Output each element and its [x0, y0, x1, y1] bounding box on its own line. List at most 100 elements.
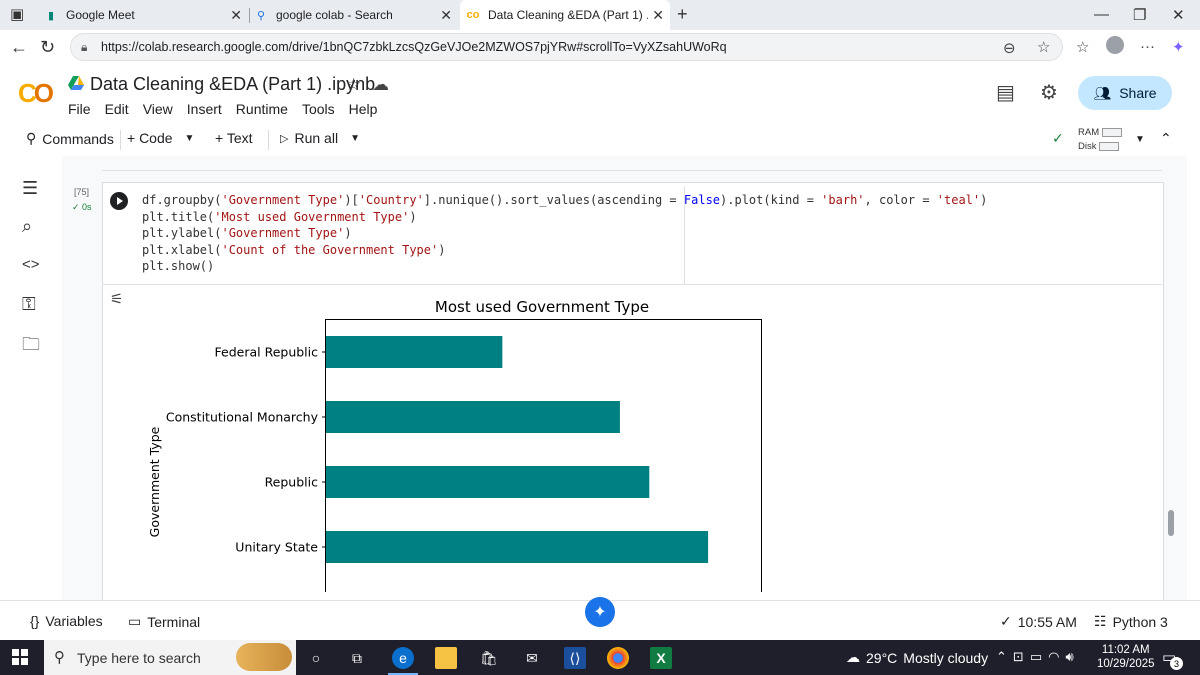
- more-options-icon[interactable]: ···: [1140, 38, 1155, 55]
- restore-icon[interactable]: ❐: [1133, 6, 1146, 24]
- terminal-icon: ▭: [128, 613, 142, 629]
- variables-button[interactable]: {} Variables: [30, 613, 103, 629]
- menu-runtime[interactable]: Runtime: [236, 101, 288, 117]
- run-cell-button[interactable]: [110, 192, 128, 210]
- ram-label: RAM: [1078, 127, 1100, 138]
- menu-insert[interactable]: Insert: [187, 101, 222, 117]
- add-code-button[interactable]: + Code ▼: [127, 130, 194, 146]
- profile-avatar[interactable]: [1106, 36, 1124, 54]
- tab-google-colab-search[interactable]: ⚲ google colab - Search ✕: [254, 0, 458, 30]
- scrollbar-track[interactable]: [1188, 156, 1200, 600]
- menu-tools[interactable]: Tools: [302, 101, 335, 117]
- minimize-icon[interactable]: —: [1094, 6, 1109, 23]
- tab-title: Google Meet: [66, 8, 135, 22]
- last-run-time: 10:55 AM: [1017, 613, 1077, 630]
- code-token: 'Most used Government Type': [214, 209, 410, 224]
- meet-now-icon[interactable]: ⊡: [1013, 649, 1030, 664]
- toolbar-divider: [120, 130, 121, 150]
- new-tab-icon[interactable]: +: [677, 4, 688, 25]
- colab-logo[interactable]: CO: [18, 78, 54, 109]
- notebook-toolbar: ⚲ Commands + Code ▼ + Text ▷ Run all ▼ ✓…: [0, 124, 1200, 156]
- search-icon: ⚲: [26, 130, 37, 146]
- gemini-sparkle-button[interactable]: ✦: [585, 597, 615, 627]
- favorite-star-icon[interactable]: ☆: [1037, 38, 1050, 56]
- chrome-icon[interactable]: [607, 647, 629, 669]
- secrets-key-icon[interactable]: ⚿: [22, 294, 36, 315]
- reader-mode-icon[interactable]: ⊖: [1003, 39, 1016, 57]
- star-icon[interactable]: ☆: [346, 75, 361, 95]
- edge-browser-icon[interactable]: e: [392, 647, 414, 669]
- runtime-label: Python 3: [1112, 613, 1168, 630]
- settings-gear-icon[interactable]: ⚙: [1040, 80, 1058, 105]
- comments-icon[interactable]: ▤: [996, 80, 1015, 105]
- notebook-title[interactable]: Data Cleaning &EDA (Part 1) .ipynb: [90, 74, 375, 95]
- taskbar-clock[interactable]: 11:02 AM 10/29/2025: [1097, 643, 1155, 671]
- copilot-icon[interactable]: ✦: [1172, 38, 1185, 56]
- code-token: )[: [344, 193, 359, 207]
- close-tab-icon[interactable]: ✕: [652, 7, 664, 24]
- chevron-down-icon[interactable]: ▼: [1135, 134, 1145, 145]
- vscode-icon[interactable]: ⟨⟩: [564, 647, 586, 669]
- weather-widget[interactable]: ☁ 29°C Mostly cloudy: [846, 649, 988, 666]
- menu-view[interactable]: View: [143, 101, 173, 117]
- microsoft-store-icon[interactable]: 🛍︎: [478, 647, 500, 669]
- add-text-label: + Text: [215, 130, 253, 146]
- share-button[interactable]: 👥︎ Share: [1078, 76, 1172, 110]
- find-replace-icon[interactable]: ⌕: [22, 216, 32, 237]
- file-explorer-icon[interactable]: [435, 647, 457, 669]
- task-view-icon[interactable]: ⧉: [346, 647, 368, 669]
- cloud-saved-icon[interactable]: ☁: [372, 75, 389, 95]
- code-token: 'Government Type': [221, 226, 345, 241]
- chevron-up-icon[interactable]: ⌃: [1160, 130, 1172, 147]
- cloud-icon: ☁: [846, 649, 860, 665]
- output-actions-icon[interactable]: ⚟: [110, 290, 123, 308]
- menu-edit[interactable]: Edit: [105, 101, 129, 117]
- battery-icon[interactable]: ▭: [1030, 649, 1048, 664]
- address-row: ← ↻ 🔒︎ https://colab.research.google.com…: [0, 30, 1200, 64]
- windows-start-icon[interactable]: [12, 649, 28, 665]
- system-tray[interactable]: ⌃⊡▭◠🔊︎: [996, 649, 1080, 665]
- refresh-icon[interactable]: ↻: [40, 37, 55, 58]
- files-folder-icon[interactable]: 🗀: [22, 332, 40, 362]
- weather-temp: 29°C: [866, 649, 898, 666]
- tab-actions-icon[interactable]: ▣: [10, 5, 24, 23]
- table-of-contents-icon[interactable]: ☰: [22, 178, 38, 199]
- excel-icon[interactable]: X: [650, 647, 672, 669]
- taskbar-search-box[interactable]: ⚲ Type here to search: [44, 640, 296, 675]
- last-run-status[interactable]: ✓ 10:55 AM: [1000, 613, 1077, 630]
- volume-icon[interactable]: 🔊︎: [1065, 649, 1079, 664]
- close-window-icon[interactable]: ✕: [1172, 6, 1185, 24]
- commands-label: Commands: [42, 130, 114, 147]
- code-snippets-icon[interactable]: <>: [22, 256, 40, 273]
- code-token: ): [980, 193, 988, 207]
- address-bar[interactable]: 🔒︎ https://colab.research.google.com/dri…: [70, 33, 1063, 61]
- terminal-button[interactable]: ▭ Terminal: [128, 613, 200, 630]
- commands-button[interactable]: ⚲ Commands: [26, 130, 114, 147]
- y-tick-label: Federal Republic: [215, 345, 319, 360]
- cortana-circle-icon[interactable]: ○: [305, 647, 327, 669]
- chevron-down-icon[interactable]: ▼: [185, 133, 195, 144]
- ram-bar: [1102, 127, 1123, 137]
- back-arrow-icon[interactable]: ←: [10, 37, 28, 58]
- close-tab-icon[interactable]: ✕: [440, 7, 452, 24]
- chevron-up-icon[interactable]: ⌃: [996, 649, 1013, 664]
- resource-indicator[interactable]: RAM Disk: [1078, 126, 1123, 154]
- menu-help[interactable]: Help: [349, 101, 378, 117]
- tab-google-meet[interactable]: ▮ Google Meet ✕: [44, 0, 248, 30]
- search-highlight-art: [236, 643, 292, 671]
- favorites-icon[interactable]: ☆: [1076, 38, 1089, 56]
- mail-icon[interactable]: ✉: [521, 647, 543, 669]
- notification-center-icon[interactable]: ▭ 3: [1162, 648, 1183, 670]
- add-text-button[interactable]: + Text: [215, 130, 253, 146]
- tab-data-cleaning-notebook[interactable]: co Data Cleaning &EDA (Part 1) .ipyn ✕: [460, 0, 670, 30]
- code-token: 'teal': [936, 193, 981, 207]
- run-all-button[interactable]: ▷ Run all ▼: [280, 130, 360, 146]
- code-editor[interactable]: df.groupby('Government Type')['Country']…: [142, 192, 987, 275]
- runtime-status[interactable]: ☷ Python 3: [1094, 613, 1168, 630]
- y-tick-label: Constitutional Monarchy: [166, 410, 319, 425]
- menu-file[interactable]: File: [68, 101, 91, 117]
- close-tab-icon[interactable]: ✕: [230, 7, 242, 24]
- chevron-down-icon[interactable]: ▼: [350, 133, 360, 144]
- wifi-icon[interactable]: ◠: [1048, 649, 1065, 664]
- scrollbar-thumb[interactable]: [1168, 510, 1174, 536]
